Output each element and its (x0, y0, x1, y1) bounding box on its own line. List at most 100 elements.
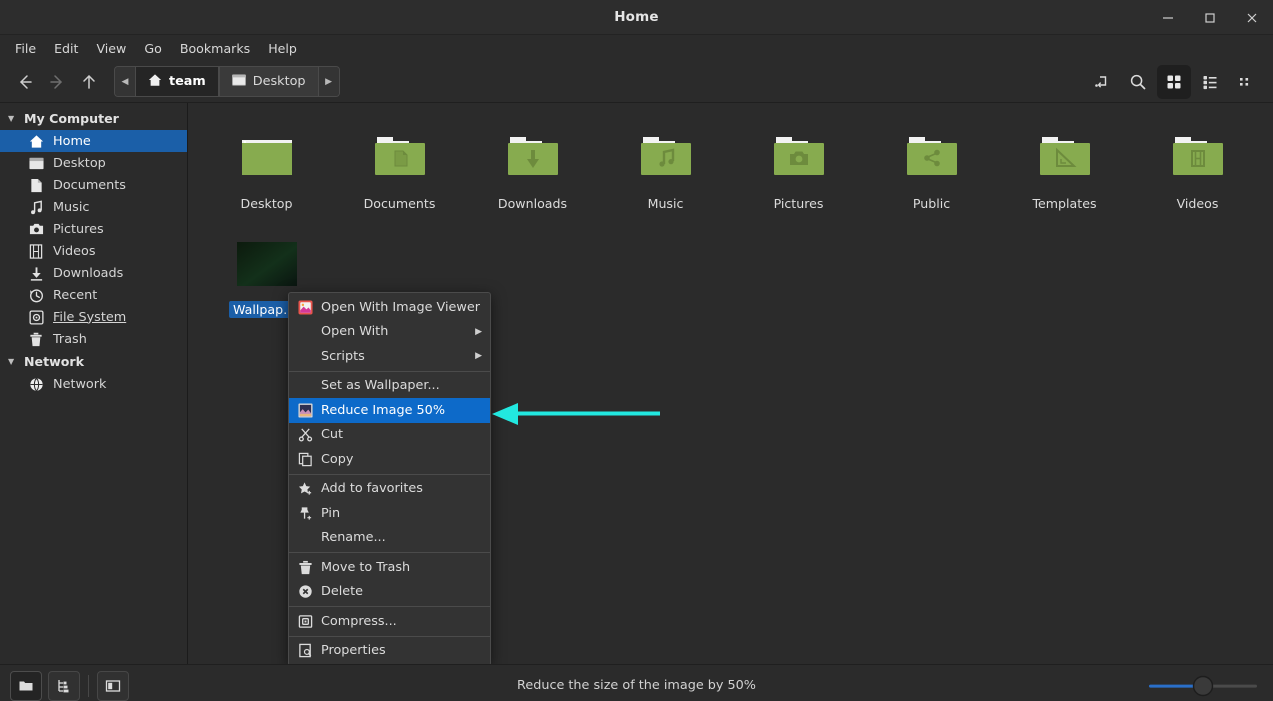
zoom-slider[interactable] (1147, 675, 1259, 697)
breadcrumb-item-desktop[interactable]: Desktop (219, 67, 319, 96)
context-menu-label: Delete (321, 584, 363, 599)
context-menu-item-cut[interactable]: Cut (289, 423, 490, 448)
file-item-pictures[interactable]: Pictures (732, 121, 865, 212)
file-item-label: Pictures (770, 195, 828, 212)
scissors-icon (297, 427, 313, 443)
context-menu-item-properties[interactable]: Properties (289, 639, 490, 664)
maximize-button[interactable] (1189, 0, 1231, 35)
sidebar-group-network[interactable]: ▼ Network (0, 350, 187, 373)
close-button[interactable] (1231, 0, 1273, 35)
minimize-button[interactable] (1147, 0, 1189, 35)
forward-button[interactable] (42, 67, 72, 97)
desktop-folder-icon (237, 127, 297, 185)
open-terminal-icon[interactable] (1085, 65, 1119, 99)
file-grid: Desktop Documents (188, 103, 1273, 318)
file-grid-area[interactable]: Desktop Documents (188, 103, 1273, 664)
file-item-public[interactable]: Public (865, 121, 998, 212)
context-menu-item-open-with-image-viewer[interactable]: Open With Image Viewer (289, 295, 490, 320)
file-item-label: Music (644, 195, 688, 212)
window-title: Home (614, 9, 659, 25)
file-item-label: Videos (1173, 195, 1223, 212)
sidebar-item-label: Downloads (53, 266, 123, 281)
sidebar-item-label: Trash (53, 332, 87, 347)
menu-separator (289, 606, 490, 607)
up-button[interactable] (74, 67, 104, 97)
file-item-downloads[interactable]: Downloads (466, 121, 599, 212)
file-item-label: Public (909, 195, 954, 212)
context-menu-item-add-to-favorites[interactable]: Add to favorites (289, 477, 490, 502)
main-body: ▼ My Computer Home Desktop Documents Mus… (0, 103, 1273, 664)
breadcrumb: ◀ team Desktop ▶ (114, 66, 340, 97)
sidebar-item-desktop[interactable]: Desktop (0, 152, 187, 174)
context-menu-item-open-with[interactable]: Open With ▶ (289, 320, 490, 345)
sidebar-item-recent[interactable]: Recent (0, 284, 187, 306)
compress-icon (297, 613, 313, 629)
menu-go[interactable]: Go (135, 38, 170, 59)
context-menu-item-move-to-trash[interactable]: Move to Trash (289, 555, 490, 580)
clock-icon (28, 287, 44, 303)
context-menu-item-copy[interactable]: Copy (289, 447, 490, 472)
sidebar-item-file-system[interactable]: File System (0, 306, 187, 328)
context-menu-item-delete[interactable]: Delete (289, 580, 490, 605)
sidebar-item-trash[interactable]: Trash (0, 328, 187, 350)
menu-view[interactable]: View (87, 38, 135, 59)
videos-folder-icon (1168, 127, 1228, 185)
toggle-sidebar-icon[interactable] (97, 671, 129, 701)
menu-bookmarks[interactable]: Bookmarks (171, 38, 259, 59)
chevron-down-icon: ▼ (8, 357, 18, 366)
back-button[interactable] (10, 67, 40, 97)
trash-icon (28, 331, 44, 347)
file-item-templates[interactable]: Templates (998, 121, 1131, 212)
menu-help[interactable]: Help (259, 38, 306, 59)
grid-view-icon[interactable] (1157, 65, 1191, 99)
compact-view-icon[interactable] (1229, 65, 1263, 99)
breadcrumb-label: team (169, 74, 206, 89)
sidebar-item-pictures[interactable]: Pictures (0, 218, 187, 240)
sidebar-item-downloads[interactable]: Downloads (0, 262, 187, 284)
context-menu-label: Compress... (321, 614, 397, 629)
sidebar-item-label: Home (53, 134, 91, 149)
image-thumbnail (237, 236, 297, 291)
file-item-music[interactable]: Music (599, 121, 732, 212)
file-item-documents[interactable]: Documents (333, 121, 466, 212)
file-item-videos[interactable]: Videos (1131, 121, 1264, 212)
list-view-icon[interactable] (1193, 65, 1227, 99)
context-menu-item-set-as-wallpaper[interactable]: Set as Wallpaper... (289, 374, 490, 399)
sidebar-item-network[interactable]: Network (0, 373, 187, 395)
menu-separator (289, 636, 490, 637)
file-item-desktop[interactable]: Desktop (200, 121, 333, 212)
breadcrumb-item-team[interactable]: team (135, 67, 219, 96)
camera-icon (28, 221, 44, 237)
sidebar-item-label: Documents (53, 178, 126, 193)
context-menu-item-scripts[interactable]: Scripts ▶ (289, 344, 490, 369)
sidebar-item-music[interactable]: Music (0, 196, 187, 218)
sidebar-item-videos[interactable]: Videos (0, 240, 187, 262)
tree-pane-icon[interactable] (48, 671, 80, 701)
desktop-icon (28, 155, 44, 171)
breadcrumb-scroll-right[interactable]: ▶ (319, 67, 339, 96)
home-icon (148, 73, 162, 91)
folder-pane-icon[interactable] (10, 671, 42, 701)
context-menu-item-reduce-image-50[interactable]: Reduce Image 50% (289, 398, 490, 423)
sidebar-group-label: My Computer (24, 111, 119, 126)
pictures-folder-icon (769, 127, 829, 185)
breadcrumb-scroll-left[interactable]: ◀ (115, 67, 135, 96)
context-menu-item-compress[interactable]: Compress... (289, 609, 490, 634)
sidebar-item-documents[interactable]: Documents (0, 174, 187, 196)
copy-icon (297, 451, 313, 467)
sidebar-group-my-computer[interactable]: ▼ My Computer (0, 107, 187, 130)
context-menu-label: Scripts (321, 349, 365, 364)
sidebar-item-home[interactable]: Home (0, 130, 187, 152)
document-icon (28, 177, 44, 193)
file-item-label: Documents (360, 195, 440, 212)
download-icon (28, 265, 44, 281)
search-icon[interactable] (1121, 65, 1155, 99)
menu-edit[interactable]: Edit (45, 38, 87, 59)
context-menu-label: Open With (321, 324, 388, 339)
title-bar: Home (0, 0, 1273, 35)
context-menu-item-rename[interactable]: Rename... (289, 526, 490, 551)
delete-circle-icon (297, 584, 313, 600)
menu-file[interactable]: File (6, 38, 45, 59)
menu-bar: File Edit View Go Bookmarks Help (0, 35, 1273, 61)
context-menu-item-pin[interactable]: Pin (289, 501, 490, 526)
